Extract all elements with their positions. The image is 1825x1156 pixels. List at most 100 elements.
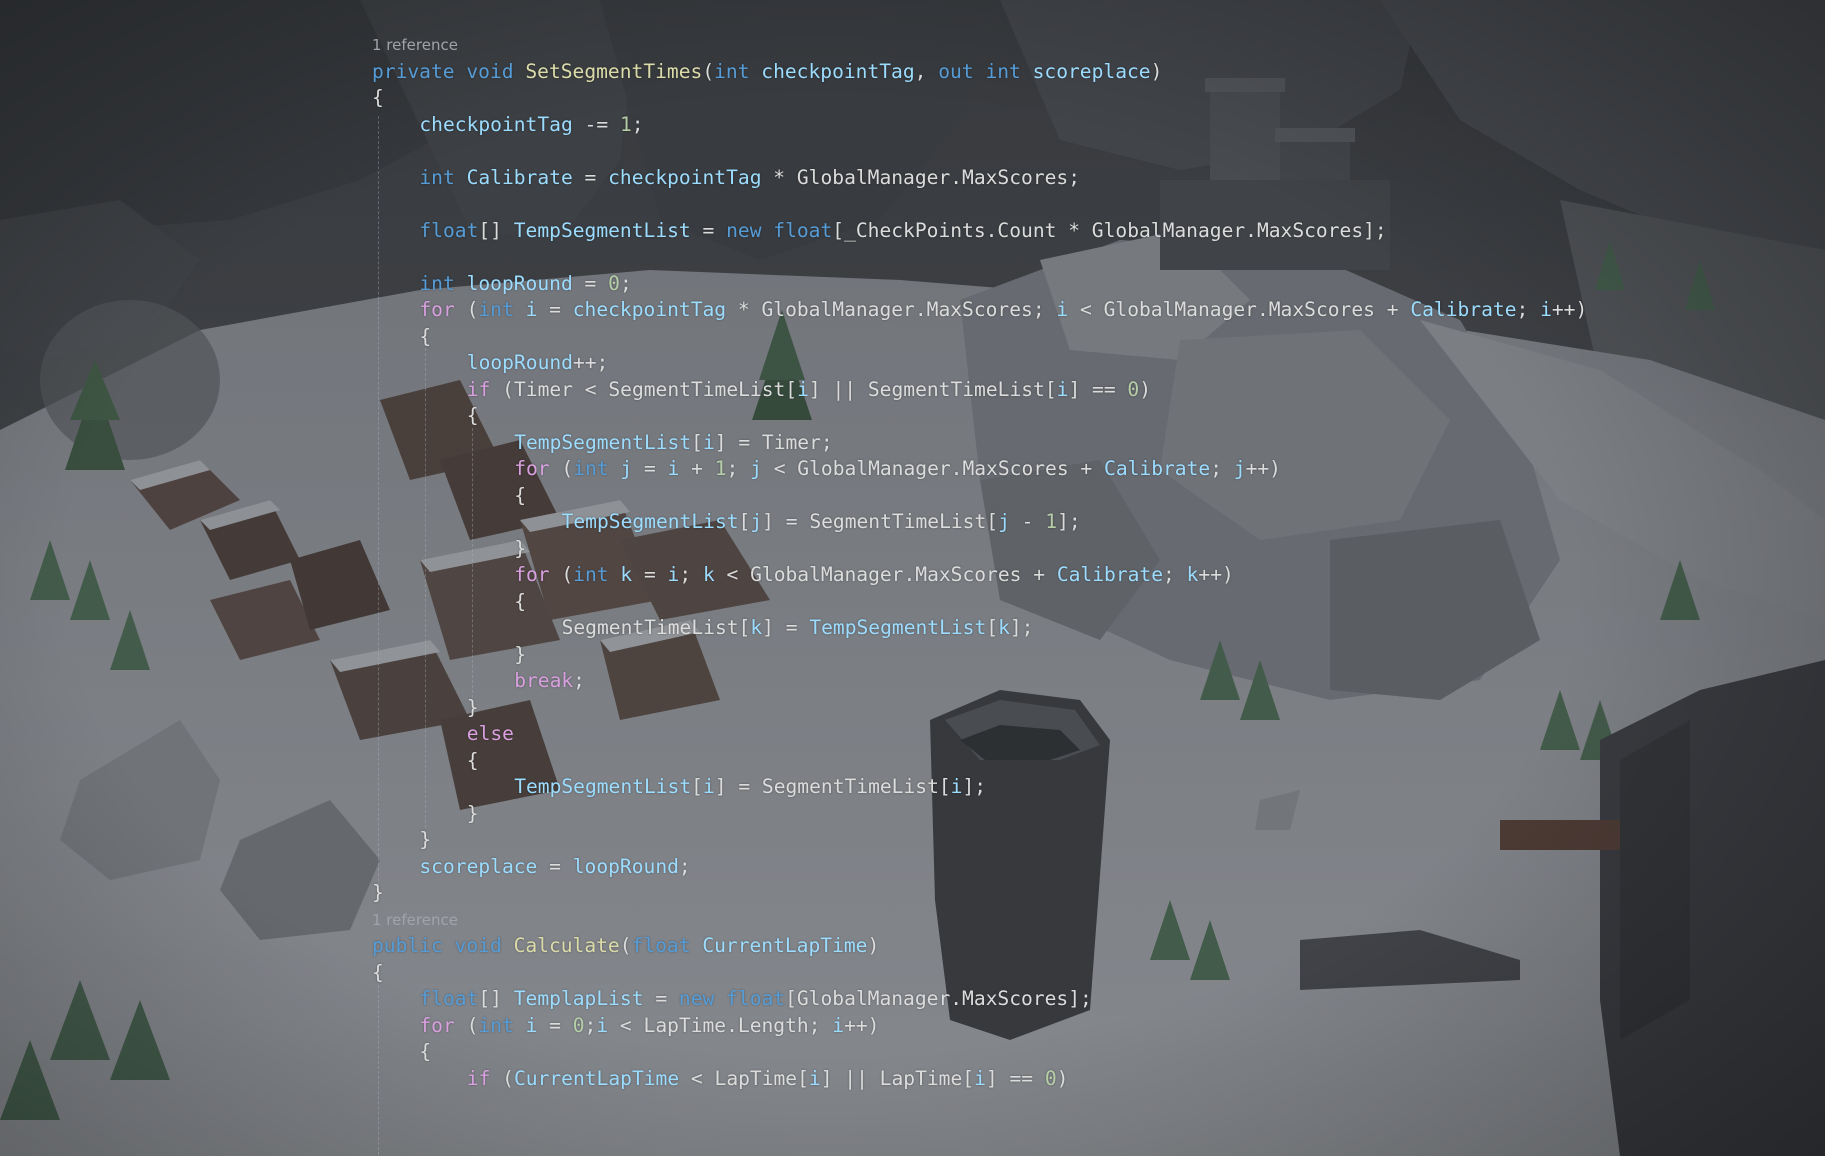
indent-guide-method-2 bbox=[378, 985, 379, 1155]
code-token: i bbox=[797, 377, 809, 401]
code-token: void bbox=[466, 59, 514, 83]
code-line: { bbox=[419, 1039, 431, 1065]
code-token: ; bbox=[679, 563, 703, 586]
code-token: < LapTime.Length; bbox=[608, 1013, 833, 1037]
code-token: int bbox=[985, 59, 1021, 83]
code-token: ] = SegmentTimeList[ bbox=[762, 510, 999, 533]
code-line: for (int k = i; k < GlobalManager.MaxSco… bbox=[514, 562, 1234, 588]
code-token: ]; bbox=[1009, 616, 1034, 639]
code-token: 1 bbox=[619, 112, 632, 136]
code-token: ( bbox=[619, 934, 632, 957]
code-token: { bbox=[514, 483, 526, 507]
code-token: TempSegmentList bbox=[809, 616, 987, 639]
code-token: loopRound bbox=[466, 271, 573, 295]
code-line: scoreplace = loopRound; bbox=[419, 854, 690, 880]
code-line: } bbox=[514, 642, 526, 668]
code-token: ] = SegmentTimeList[ bbox=[714, 775, 951, 798]
code-token: i bbox=[702, 430, 715, 454]
code-token: , bbox=[914, 59, 939, 83]
code-token: ; bbox=[1516, 298, 1541, 321]
code-token: float bbox=[726, 987, 786, 1010]
code-token: j bbox=[1233, 457, 1246, 480]
code-token: . bbox=[950, 165, 963, 189]
code-token: Calibrate bbox=[1104, 457, 1211, 480]
code-line: { bbox=[514, 483, 526, 509]
codelens-reference-count[interactable]: 1 reference bbox=[372, 910, 458, 930]
code-token: ( bbox=[549, 457, 574, 480]
code-token: = bbox=[632, 563, 668, 586]
codelens-reference-count[interactable]: 1 reference bbox=[372, 35, 458, 55]
code-token: ) bbox=[867, 934, 880, 957]
code-line: TempSegmentList[i] = Timer; bbox=[514, 430, 833, 456]
code-token: float bbox=[631, 934, 691, 957]
code-token: ++) bbox=[1551, 298, 1588, 321]
code-line: public void Calculate(float CurrentLapTi… bbox=[372, 933, 879, 959]
code-token: i bbox=[596, 1013, 609, 1037]
code-token: ++) bbox=[1245, 457, 1281, 480]
code-token: ] == bbox=[1068, 377, 1128, 401]
code-token: j bbox=[998, 510, 1010, 533]
code-token: for bbox=[419, 1013, 455, 1037]
code-token: { bbox=[372, 86, 384, 109]
code-token: [ bbox=[691, 775, 703, 798]
code-token: ; bbox=[631, 112, 644, 136]
code-token: ] || SegmentTimeList[ bbox=[808, 377, 1057, 401]
code-token: } bbox=[514, 536, 526, 560]
code-token: [GlobalManager.MaxScores]; bbox=[785, 987, 1092, 1010]
code-token: j bbox=[620, 457, 633, 480]
code-token: int bbox=[573, 457, 609, 480]
code-line: checkpointTag -= 1; bbox=[419, 112, 643, 138]
code-line: { bbox=[372, 960, 384, 986]
code-token: ) bbox=[1139, 377, 1152, 401]
code-token: i bbox=[974, 1066, 986, 1090]
code-line: } bbox=[514, 536, 526, 562]
code-token: ] || LapTime[ bbox=[820, 1066, 975, 1090]
code-token: 1 bbox=[714, 457, 727, 480]
code-line: { bbox=[467, 403, 479, 429]
code-token: int bbox=[478, 298, 514, 321]
code-token: < LapTime[ bbox=[679, 1066, 809, 1090]
code-token: int bbox=[419, 165, 455, 189]
code-token: = bbox=[537, 854, 573, 878]
code-token: { bbox=[514, 589, 526, 613]
code-line: } bbox=[467, 801, 479, 827]
code-line: private void SetSegmentTimes(int checkpo… bbox=[372, 59, 1162, 85]
code-token: ++; bbox=[572, 351, 609, 374]
code-token: if bbox=[466, 1066, 491, 1090]
code-token: = bbox=[572, 165, 609, 189]
code-token: TempSegmentList bbox=[561, 510, 739, 533]
code-token: 0 bbox=[572, 1013, 585, 1037]
code-token: ]; bbox=[962, 775, 987, 798]
code-line: } bbox=[467, 695, 479, 721]
code-line: TempSegmentList[i] = SegmentTimeList[i]; bbox=[514, 774, 986, 800]
code-token: = bbox=[572, 271, 609, 295]
code-token: (Timer < SegmentTimeList[ bbox=[490, 377, 798, 401]
code-line: if (Timer < SegmentTimeList[i] || Segmen… bbox=[467, 377, 1151, 403]
code-token: 1 reference bbox=[372, 36, 458, 54]
code-token: { bbox=[372, 960, 384, 984]
code-token: k bbox=[620, 563, 633, 586]
code-token: out bbox=[938, 59, 974, 83]
code-line: float[] TempSegmentList = new float[_Che… bbox=[419, 218, 1386, 244]
code-token: i bbox=[950, 775, 963, 798]
code-line: { bbox=[467, 748, 479, 774]
code-token: = bbox=[537, 1013, 573, 1037]
code-token: private bbox=[372, 59, 455, 83]
code-token: ]; bbox=[1057, 510, 1081, 533]
code-line: for (int i = checkpointTag * GlobalManag… bbox=[419, 297, 1587, 323]
code-line: if (CurrentLapTime < LapTime[i] || LapTi… bbox=[467, 1066, 1069, 1092]
code-token: 1 bbox=[1045, 510, 1058, 533]
code-token: int bbox=[419, 271, 455, 295]
code-token: loopRound bbox=[466, 351, 573, 374]
code-token: k bbox=[750, 616, 763, 639]
code-token: i bbox=[702, 775, 715, 798]
